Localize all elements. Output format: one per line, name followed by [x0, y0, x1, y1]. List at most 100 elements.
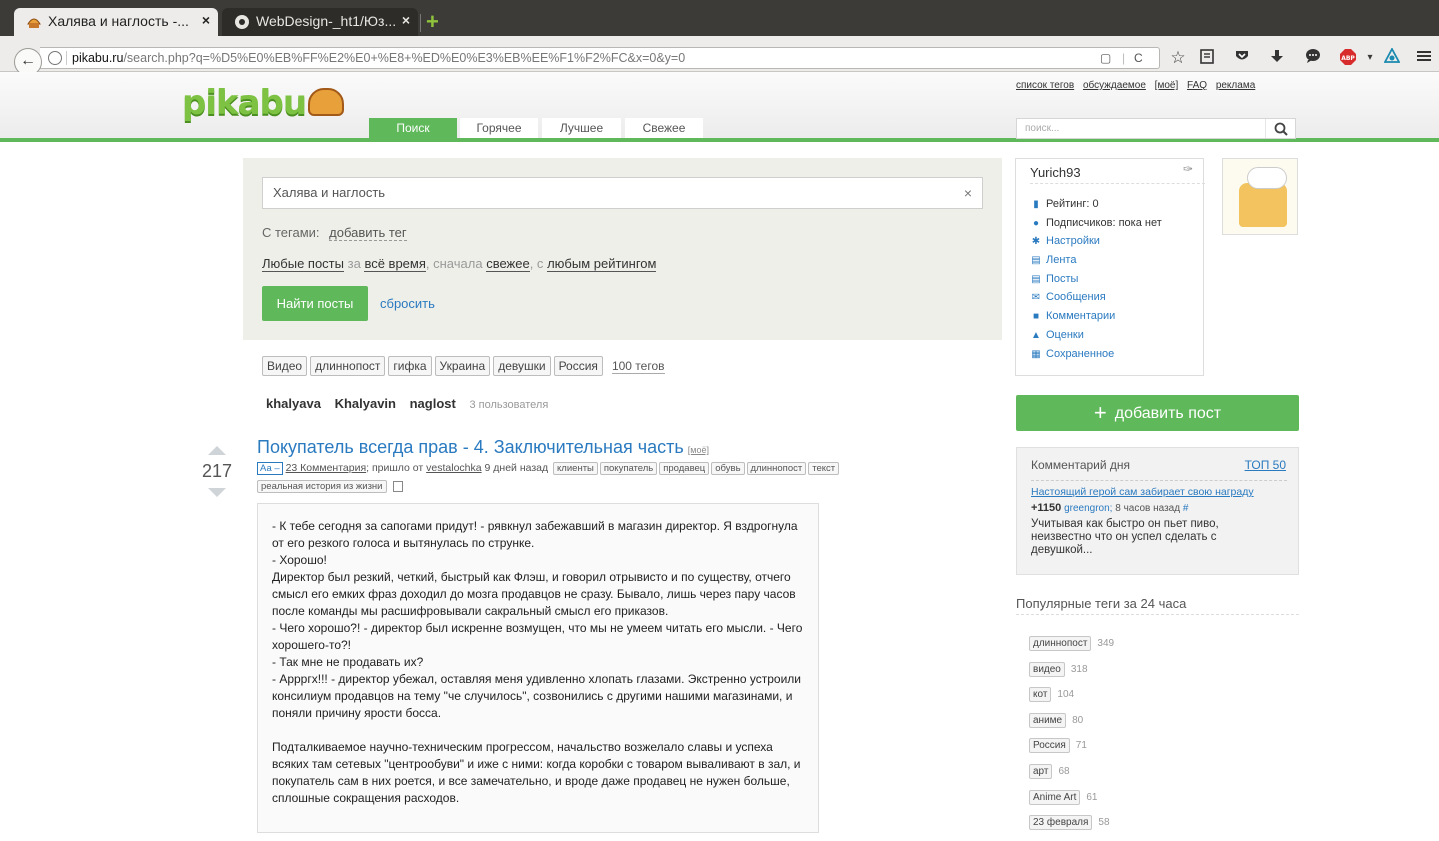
divider [1016, 614, 1299, 615]
comment-of-day-heading: Комментарий дня [1031, 458, 1131, 472]
ratings-icon: ▲ [1031, 329, 1041, 341]
link-ads[interactable]: реклама [1216, 80, 1255, 91]
star-icon[interactable]: ☆ [1168, 48, 1188, 68]
avatar[interactable] [1222, 158, 1298, 235]
post-rating: 217 [201, 461, 233, 481]
top50-link[interactable]: ТОП 50 [1245, 458, 1286, 472]
popular-tag[interactable]: Anime Art [1029, 789, 1081, 805]
reset-link[interactable]: сбросить [380, 296, 435, 311]
chat-icon[interactable] [1303, 48, 1323, 68]
post-tag[interactable]: реальная история из жизни [257, 480, 387, 493]
tag-chip[interactable]: Россия [553, 356, 603, 376]
user-menu-item-posts[interactable]: ▤ Посты [1030, 273, 1162, 292]
tab-title: Халява и наглость -... [48, 13, 189, 29]
tag-chip[interactable]: Украина [434, 356, 491, 376]
github-favicon-icon [234, 14, 250, 30]
user-menu-item-feed[interactable]: ▤ Лента [1030, 254, 1162, 273]
post-tag[interactable]: клиенты [553, 462, 598, 475]
browser-tab-active[interactable]: Халява и наглость -... × [14, 8, 218, 36]
pocket-icon[interactable] [1232, 48, 1252, 68]
filter-any-posts[interactable]: Любые посты [262, 256, 344, 272]
tag-chip[interactable]: гифка [388, 356, 432, 376]
user-menu-item-settings[interactable]: ✱ Настройки [1030, 235, 1162, 254]
tab-hot[interactable]: Горячее [460, 118, 538, 138]
find-posts-button[interactable]: Найти посты [262, 286, 368, 321]
user-link[interactable]: naglost [410, 396, 456, 411]
post-tag[interactable]: длиннопост [746, 462, 807, 475]
user-menu-item-messages[interactable]: ✉ Сообщения [1030, 291, 1162, 310]
user-link[interactable]: khalyava [266, 396, 321, 411]
post-tag[interactable]: обувь [711, 462, 745, 475]
popular-tag[interactable]: аниме [1029, 712, 1067, 728]
tab-title: WebDesign-_ht1/Юз... [256, 13, 397, 29]
comments-link[interactable]: 23 Комментария [286, 462, 367, 474]
menu-label: Лента [1046, 254, 1077, 267]
chevron-down-icon[interactable]: ▾ [1360, 48, 1380, 68]
author-link[interactable]: vestalochka [426, 462, 481, 474]
popular-tag[interactable]: 23 февраля [1029, 815, 1093, 831]
user-link[interactable]: Khalyavin [335, 396, 396, 411]
tag-chip[interactable]: Видео [262, 356, 308, 376]
filter-period[interactable]: всё время [364, 256, 426, 272]
reader-view-icon[interactable]: ▢ [1100, 48, 1111, 68]
sync-icon[interactable] [1382, 47, 1402, 68]
site-logo[interactable]: pikabu [182, 83, 345, 123]
save-icon[interactable] [392, 480, 403, 492]
adblock-icon[interactable]: ABP [1338, 48, 1358, 68]
comment-user[interactable]: greengron; [1064, 503, 1112, 514]
link-mine[interactable]: [моё] [1155, 80, 1179, 91]
user-menu-item-saved[interactable]: ▦ Сохраненное [1030, 348, 1162, 367]
filter-rating[interactable]: любым рейтингом [547, 256, 657, 272]
tags-count-link[interactable]: 100 тегов [611, 359, 665, 374]
post-tag[interactable]: продавец [659, 462, 710, 475]
tab-search[interactable]: Поиск [369, 118, 457, 138]
popular-tag[interactable]: арт [1029, 763, 1053, 779]
download-icon[interactable] [1267, 48, 1287, 68]
url-bar[interactable]: pikabu.ru/search.php?q=%D5%E0%EB%FF%E2%E… [40, 47, 1160, 69]
comment-hash-link[interactable]: # [1183, 503, 1189, 514]
tag-chip[interactable]: длиннопост [310, 356, 386, 376]
downvote-icon[interactable] [208, 488, 226, 497]
link-discussed[interactable]: обсуждаемое [1083, 80, 1146, 91]
post-title[interactable]: Покупатель всегда прав - 4. Заключительн… [257, 437, 709, 458]
add-post-button[interactable]: + добавить пост [1016, 395, 1299, 431]
url-text: pikabu.ru/search.php?q=%D5%E0%EB%FF%E2%E… [72, 48, 685, 68]
menu-icon[interactable] [1414, 48, 1434, 68]
bookmarks-icon[interactable] [1197, 48, 1217, 68]
tab-close-icon[interactable]: × [202, 12, 210, 28]
popular-tag-count: 318 [1070, 663, 1088, 675]
add-tag-link[interactable]: добавить тег [329, 225, 407, 241]
search-query-input[interactable]: Халява и наглость × [262, 177, 983, 209]
mine-badge[interactable]: [моё] [688, 445, 709, 455]
font-size-toggle[interactable]: Аа – [257, 462, 283, 475]
popular-tag[interactable]: Россия [1029, 738, 1070, 754]
tab-close-icon[interactable]: × [402, 12, 410, 28]
avatar-chef-hat [1247, 167, 1287, 189]
clear-icon[interactable]: × [964, 178, 972, 208]
post-tag[interactable]: текст [808, 462, 840, 475]
site-search-placeholder: поиск... [1025, 123, 1060, 134]
reload-icon[interactable]: C [1134, 48, 1143, 68]
link-tags-list[interactable]: список тегов [1016, 80, 1074, 91]
username[interactable]: Yurich93 [1030, 165, 1081, 180]
popular-tag-count: 68 [1058, 765, 1070, 777]
tab-best[interactable]: Лучшее [542, 118, 621, 138]
tab-fresh[interactable]: Свежее [625, 118, 703, 138]
post-tag[interactable]: покупатель [599, 462, 658, 475]
filter-sort-prefix: , сначала [425, 256, 483, 271]
pin-icon[interactable]: ✑ [1183, 162, 1193, 176]
browser-tab-inactive[interactable]: WebDesign-_ht1/Юз... × [222, 8, 418, 36]
popular-tag[interactable]: кот [1029, 687, 1052, 703]
upvote-icon[interactable] [208, 446, 226, 455]
filter-sort[interactable]: свежее [486, 256, 530, 272]
user-menu-item-comments[interactable]: ■ Комментарии [1030, 310, 1162, 329]
new-tab-icon[interactable]: + [426, 11, 446, 33]
link-faq[interactable]: FAQ [1187, 80, 1207, 91]
popular-tag[interactable]: видео [1029, 661, 1065, 677]
search-icon[interactable] [1265, 119, 1295, 138]
comment-post-link[interactable]: Настоящий герой сам забирает свою наград… [1031, 486, 1254, 498]
tag-chip[interactable]: девушки [493, 356, 551, 376]
popular-tag[interactable]: длиннопост [1029, 636, 1092, 651]
site-search-input[interactable]: поиск... [1016, 118, 1296, 139]
user-menu-item-ratings[interactable]: ▲ Оценки [1030, 329, 1162, 348]
